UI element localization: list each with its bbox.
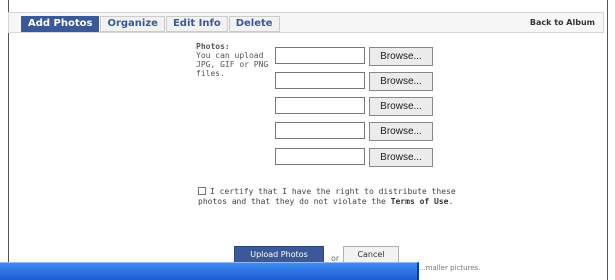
certify-statement: I certify that I have the right to distr…: [198, 187, 468, 207]
certify-checkbox[interactable]: [198, 187, 206, 195]
file-row-1: Browse...: [275, 47, 433, 67]
photos-label-heading: Photos:: [196, 42, 230, 51]
browse-button-5[interactable]: Browse...: [369, 148, 433, 167]
tab-add-photos[interactable]: Add Photos: [21, 16, 100, 32]
file-row-4: Browse...: [275, 122, 433, 142]
tab-organize[interactable]: Organize: [100, 16, 165, 32]
browse-button-2[interactable]: Browse...: [369, 72, 433, 91]
smaller-pictures-note: ...maller pictures.: [419, 264, 481, 272]
file-path-input-2[interactable]: [275, 72, 365, 89]
file-path-input-4[interactable]: [275, 122, 365, 139]
photos-label: Photos: You can upload JPG, GIF or PNG f…: [196, 42, 276, 78]
file-path-input-3[interactable]: [275, 97, 365, 114]
tab-edit-info[interactable]: Edit Info: [165, 16, 228, 32]
photos-help-text: You can upload JPG, GIF or PNG files.: [196, 51, 269, 78]
certify-end: .: [448, 197, 454, 206]
window-title-bar[interactable]: [0, 262, 419, 280]
tab-delete[interactable]: Delete: [228, 16, 280, 32]
browse-button-3[interactable]: Browse...: [369, 97, 433, 116]
terms-of-use-link[interactable]: Terms of Use: [391, 197, 449, 206]
file-row-3: Browse...: [275, 97, 433, 117]
tab-bar: Add Photos Organize Edit Info Delete Bac…: [8, 12, 604, 33]
tab-list: Add Photos Organize Edit Info Delete: [21, 16, 280, 32]
file-row-2: Browse...: [275, 72, 433, 92]
file-path-input-5[interactable]: [275, 148, 365, 165]
back-to-album-link[interactable]: Back to Album: [530, 18, 595, 27]
browse-button-4[interactable]: Browse...: [369, 122, 433, 141]
browse-button-1[interactable]: Browse...: [369, 47, 433, 66]
file-path-input-1[interactable]: [275, 47, 365, 64]
file-row-5: Browse...: [275, 148, 433, 168]
